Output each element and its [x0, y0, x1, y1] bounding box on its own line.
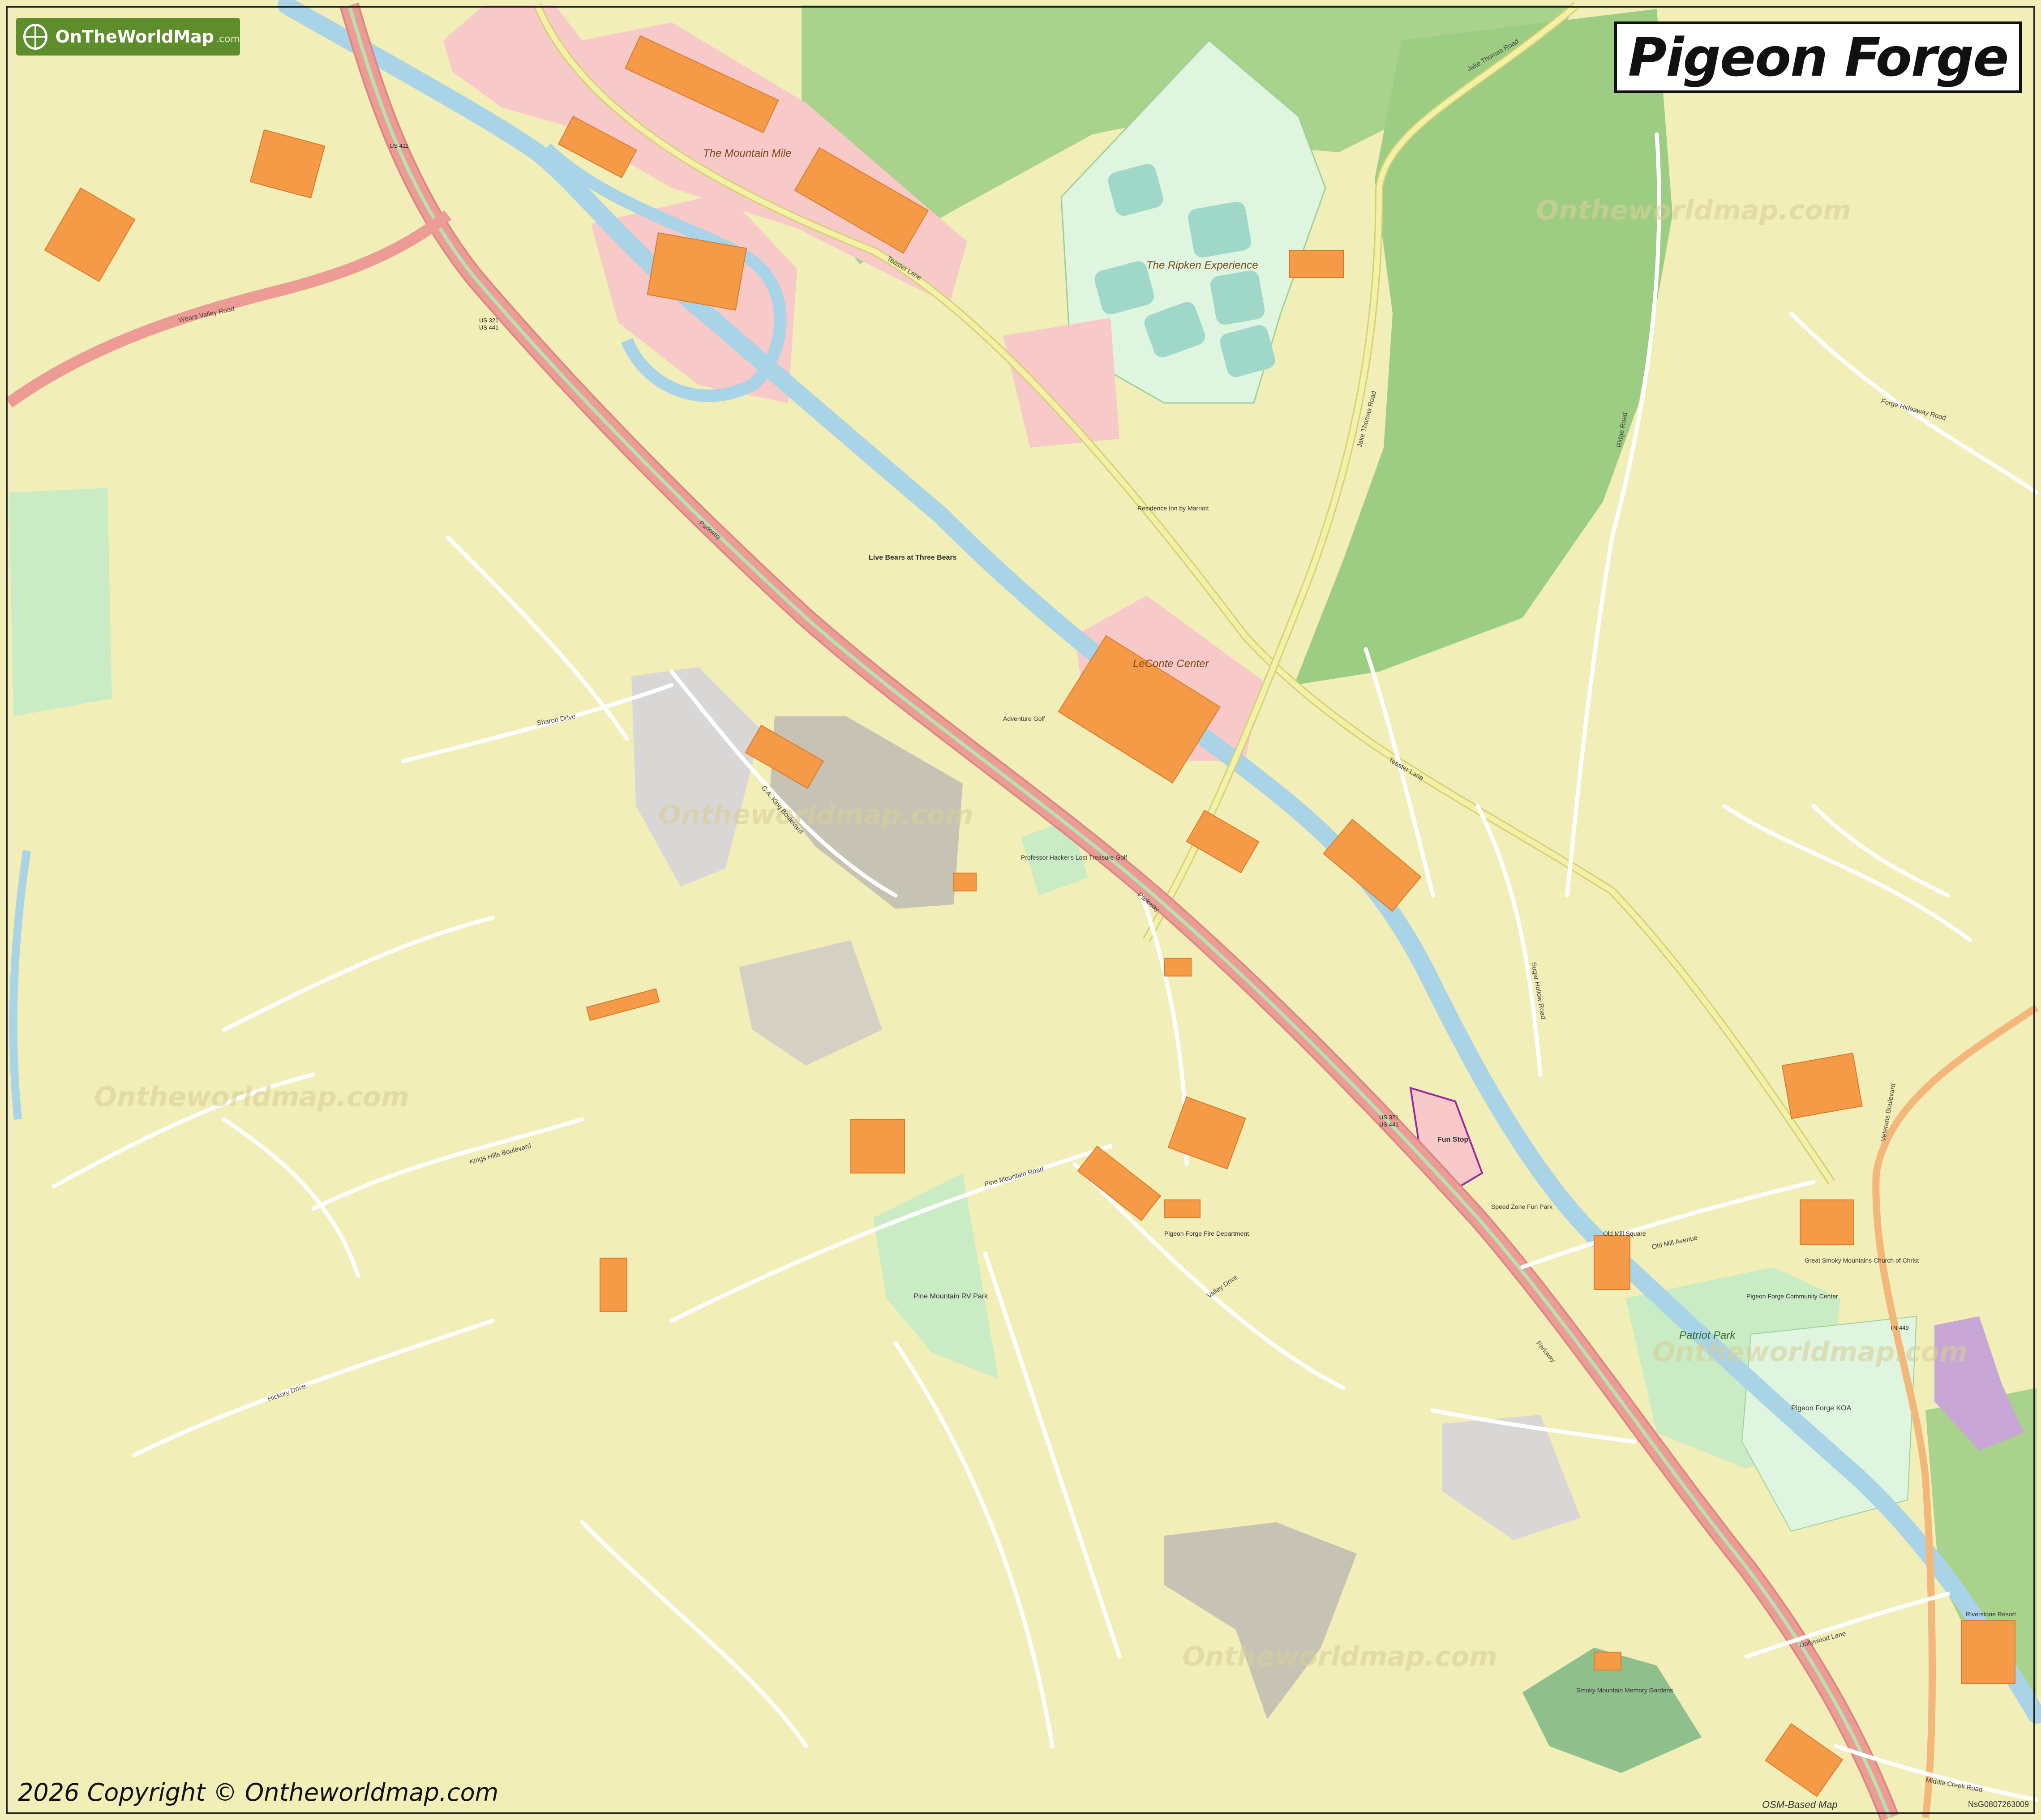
ripken-field-b: [1188, 201, 1251, 258]
label-community-center: Pigeon Forge Community Center: [1746, 1293, 1838, 1300]
watermark-1: Ontheworldmap.com: [1536, 195, 1851, 226]
label-speed-zone: Speed Zone Fun Park: [1491, 1203, 1553, 1210]
label-live-bears: Live Bears at Three Bears: [869, 554, 957, 561]
label-adventure-golf: Adventure Golf: [1003, 715, 1045, 722]
map-title-box: Pigeon Forge: [1614, 21, 2022, 93]
small-park-west: [9, 488, 112, 716]
building-memory-gardens: [1594, 1652, 1621, 1670]
shield-us411: US 411: [390, 142, 408, 149]
label-fire-dept: Pigeon Forge Fire Department: [1164, 1230, 1249, 1237]
map-id: NsG0807263009: [1968, 1800, 2029, 1809]
building-church-christ: [1800, 1199, 1854, 1245]
map-canvas[interactable]: Ontheworldmap.com Ontheworldmap.com Onth…: [0, 0, 2041, 1820]
watermark-5: Ontheworldmap.com: [1182, 1641, 1497, 1672]
building-embassy-suites: [1289, 250, 1344, 278]
watermark-2: Ontheworldmap.com: [658, 799, 973, 831]
label-mountain-mile: The Mountain Mile: [703, 147, 791, 159]
globe-icon: [23, 24, 47, 50]
map-title: Pigeon Forge: [1628, 26, 2009, 88]
label-residence-inn: Residence Inn by Marriott: [1137, 505, 1209, 512]
shield-tn449: TN 449: [1890, 1324, 1909, 1331]
ripken-field-d: [1210, 270, 1265, 325]
shield-us321-b: US 321: [1379, 1114, 1398, 1121]
building-south-complex: [850, 1119, 905, 1173]
shield-us321-a: US 321: [479, 317, 498, 324]
label-ripken-experience: The Ripken Experience: [1146, 259, 1258, 271]
label-rv-park: Pine Mountain RV Park: [913, 1293, 988, 1300]
map-frame: Ontheworldmap.com Ontheworldmap.com Onth…: [0, 0, 2041, 1820]
building-fire-dept: [1164, 1199, 1201, 1218]
label-koa: Pigeon Forge KOA: [1791, 1405, 1852, 1412]
shield-us441-b: US 441: [1379, 1121, 1398, 1128]
site-logo[interactable]: OnTheWorldMap .com: [16, 18, 240, 56]
source-note: OSM-Based Map: [1762, 1799, 1838, 1810]
logo-name: OnTheWorldMap: [55, 27, 214, 47]
label-fun-stop: Fun Stop: [1437, 1136, 1469, 1143]
label-riverstone: Riverstone Resort: [1966, 1610, 2016, 1618]
copyright-text: 2026 Copyright © Ontheworldmap.com: [18, 1778, 499, 1807]
building-ups: [1164, 958, 1192, 976]
building-midtown: [953, 873, 977, 891]
building-riverstone: [1961, 1620, 2015, 1684]
label-church-christ: Great Smoky Mountains Church of Christ: [1805, 1257, 1919, 1264]
building-old-mill: [1594, 1235, 1630, 1290]
label-lost-treasure-golf: Professor Hacker's Lost Treasure Golf: [1021, 854, 1127, 861]
label-old-mill-square: Old Mill Square: [1603, 1230, 1646, 1237]
watermark-3: Ontheworldmap.com: [94, 1081, 409, 1113]
logo-suffix: .com: [216, 33, 240, 45]
label-memory-gardens: Smoky Mountain Memory Gardens: [1576, 1687, 1673, 1694]
label-patriot-park: Patriot Park: [1679, 1329, 1736, 1341]
shield-us441-a: US 441: [479, 324, 498, 331]
building-west-row-b: [600, 1258, 627, 1312]
label-leconte-center: LeConte Center: [1133, 658, 1209, 670]
